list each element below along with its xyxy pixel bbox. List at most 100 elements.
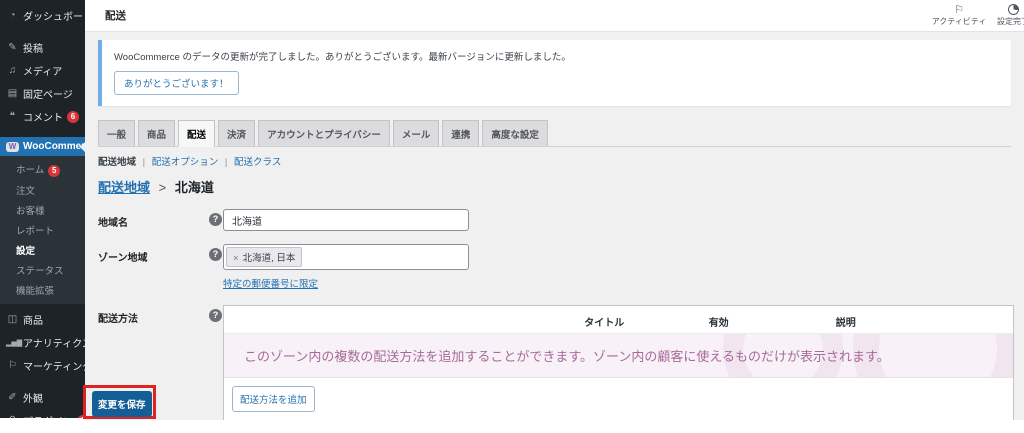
- sidebar-item-label: マーケティング: [23, 362, 85, 373]
- column-description: 説明: [835, 318, 856, 329]
- pin-icon: ✎: [8, 42, 17, 53]
- sidebar-item-wc-home[interactable]: ホーム 5: [0, 159, 85, 180]
- region-name-row: 地域名 ?: [98, 209, 1011, 231]
- empty-methods-message: このゾーン内の複数の配送方法を追加することができます。ゾーン内の顧客に使えるもの…: [244, 349, 890, 364]
- plugins-count-badge: 1: [77, 414, 85, 418]
- sidebar-item-label: 商品: [23, 316, 43, 327]
- media-icon: ♫: [8, 65, 17, 76]
- setup-progress-icon: [1007, 4, 1019, 15]
- sidebar-item-label: 投稿: [23, 44, 43, 55]
- header-actions: ⚐ アクティビティ 設定完了: [932, 4, 1024, 27]
- sidebar-item-media[interactable]: ♫ メディア: [0, 59, 85, 82]
- comments-count-badge: 6: [67, 110, 79, 123]
- tab-email[interactable]: メール: [392, 120, 440, 146]
- shipping-methods-row: 配送方法 ? タイトル 有効 説明 このゾーン内の複数の配送方法を追加することが…: [98, 305, 1014, 420]
- zone-form: 地域名 ? ゾーン地域 ? ×北海道, 日本 特定の郵便番号に限定 配送方法 ?: [98, 209, 1014, 420]
- zone-region-tag-label: 北海道, 日本: [242, 253, 296, 264]
- activity-label: アクティビティ: [931, 17, 987, 26]
- zone-region-row: ゾーン地域 ? × 北海道, 日本 特定の郵便番号に限定: [98, 244, 1011, 292]
- admin-sidebar: ◔ ダッシュボード ✎ 投稿 ♫ メディア ▤ 固定ページ ❝ コメント 6 W…: [0, 0, 85, 418]
- settings-tabs: 一般 商品 配送 決済 アカウントとプライバシー メール 連携 高度な設定: [98, 120, 1011, 147]
- sidebar-item-label: アナリティクス: [23, 339, 85, 350]
- subnav-shipping-options[interactable]: 配送オプション: [152, 157, 219, 168]
- remove-tag-icon[interactable]: ×: [233, 253, 239, 264]
- sidebar-item-wc-status[interactable]: ステータス: [0, 260, 85, 280]
- sidebar-item-label: ホーム: [16, 165, 45, 176]
- sidebar-item-pages[interactable]: ▤ 固定ページ: [0, 82, 85, 105]
- region-name-input[interactable]: [223, 209, 469, 231]
- current-menu-arrow: [74, 140, 85, 153]
- tab-products[interactable]: 商品: [138, 120, 176, 146]
- sidebar-item-label: 固定ページ: [23, 90, 73, 101]
- activity-button[interactable]: ⚐ アクティビティ: [931, 4, 987, 27]
- bar-chart-icon: ▂▅▇: [6, 339, 23, 347]
- breadcrumb-separator: >: [158, 180, 167, 195]
- header-bar: 配送 ⚐ アクティビティ 設定完了: [85, 0, 1024, 32]
- sidebar-item-label: プラグイン: [23, 413, 73, 418]
- sidebar-item-products[interactable]: ◫ 商品: [0, 308, 85, 331]
- subnav-shipping-classes[interactable]: 配送クラス: [234, 157, 281, 168]
- sidebar-item-woocommerce[interactable]: W WooCommerce: [0, 137, 85, 156]
- sidebar-item-appearance[interactable]: ✐ 外観: [0, 386, 85, 409]
- flag-icon: ⚐: [954, 4, 964, 16]
- sidebar-item-analytics[interactable]: ▂▅▇ アナリティクス: [0, 331, 85, 354]
- sidebar-item-label: コメント: [23, 113, 63, 124]
- pages-icon: ▤: [7, 88, 18, 99]
- subnav-shipping-zones[interactable]: 配送地域: [98, 157, 136, 168]
- tab-payments[interactable]: 決済: [218, 120, 256, 146]
- region-name-label: 地域名: [98, 218, 128, 229]
- page-title: 配送: [105, 10, 126, 22]
- home-count-badge: 5: [48, 165, 61, 177]
- woocommerce-submenu: ホーム 5 注文 お客様 レポート 設定 ステータス 機能拡張: [0, 156, 85, 304]
- sidebar-item-label: メディア: [23, 67, 63, 78]
- sidebar-item-wc-settings[interactable]: 設定: [0, 240, 85, 260]
- update-notice: WooCommerce のデータの更新が完了しました。ありがとうございます。最新…: [98, 40, 1011, 106]
- subnav-separator: |: [142, 157, 146, 168]
- settings-page: WooCommerce のデータの更新が完了しました。ありがとうございます。最新…: [85, 32, 1024, 420]
- sidebar-item-wc-reports[interactable]: レポート: [0, 220, 85, 240]
- sidebar-item-plugins[interactable]: ⚲ プラグイン 1: [0, 409, 85, 418]
- table-header: タイトル 有効 説明: [224, 306, 1013, 333]
- shipping-subnav: 配送地域 | 配送オプション | 配送クラス: [98, 154, 1011, 168]
- sidebar-item-marketing[interactable]: ⚐ マーケティング: [0, 354, 85, 377]
- sidebar-item-posts[interactable]: ✎ 投稿: [0, 36, 85, 59]
- help-icon[interactable]: ?: [209, 248, 222, 261]
- sidebar-item-wc-extensions[interactable]: 機能拡張: [0, 280, 85, 300]
- dashboard-icon: ◔: [9, 10, 16, 21]
- shipping-methods-table: タイトル 有効 説明 このゾーン内の複数の配送方法を追加することができます。ゾー…: [223, 305, 1014, 420]
- tab-general[interactable]: 一般: [98, 120, 136, 146]
- setup-progress-label: 設定完了: [997, 17, 1024, 26]
- empty-methods-row: このゾーン内の複数の配送方法を追加することができます。ゾーン内の顧客に使えるもの…: [224, 333, 1013, 378]
- breadcrumb-current-zone: 北海道: [174, 180, 214, 195]
- brush-icon: ✐: [8, 392, 17, 403]
- sidebar-item-dashboard[interactable]: ◔ ダッシュボード: [0, 4, 85, 27]
- save-changes-button[interactable]: 変更を保存: [92, 391, 152, 417]
- tab-accounts-privacy[interactable]: アカウントとプライバシー: [258, 120, 390, 146]
- sidebar-item-label: ダッシュボード: [23, 12, 85, 23]
- tab-shipping[interactable]: 配送: [178, 120, 216, 147]
- zone-region-select[interactable]: × 北海道, 日本: [223, 244, 469, 270]
- breadcrumb-zones-link[interactable]: 配送地域: [98, 180, 150, 195]
- sidebar-item-wc-customers[interactable]: お客様: [0, 200, 85, 220]
- column-enabled: 有効: [708, 318, 729, 329]
- notice-message: WooCommerce のデータの更新が完了しました。ありがとうございます。最新…: [114, 52, 571, 63]
- help-icon[interactable]: ?: [209, 213, 222, 226]
- woocommerce-icon: W: [6, 141, 19, 152]
- tab-advanced[interactable]: 高度な設定: [482, 120, 548, 146]
- breadcrumb: 配送地域 > 北海道: [98, 177, 1011, 196]
- thanks-button[interactable]: ありがとうございます！: [114, 71, 239, 95]
- add-shipping-method-button[interactable]: 配送方法を追加: [232, 386, 315, 412]
- comments-icon: ❝: [9, 111, 16, 122]
- sidebar-item-label: 外観: [23, 394, 43, 405]
- setup-progress-button[interactable]: 設定完了: [986, 4, 1024, 27]
- limit-postcodes-link[interactable]: 特定の郵便番号に限定: [223, 276, 318, 290]
- tab-integration[interactable]: 連携: [442, 120, 480, 146]
- help-icon[interactable]: ?: [209, 309, 222, 322]
- column-title: タイトル: [584, 318, 625, 329]
- subnav-separator: |: [224, 157, 228, 168]
- sidebar-item-wc-orders[interactable]: 注文: [0, 180, 85, 200]
- plugin-icon: ⚲: [6, 415, 19, 418]
- megaphone-icon: ⚐: [8, 360, 17, 371]
- table-footer: 配送方法を追加: [224, 378, 1013, 420]
- sidebar-item-comments[interactable]: ❝ コメント 6: [0, 105, 85, 128]
